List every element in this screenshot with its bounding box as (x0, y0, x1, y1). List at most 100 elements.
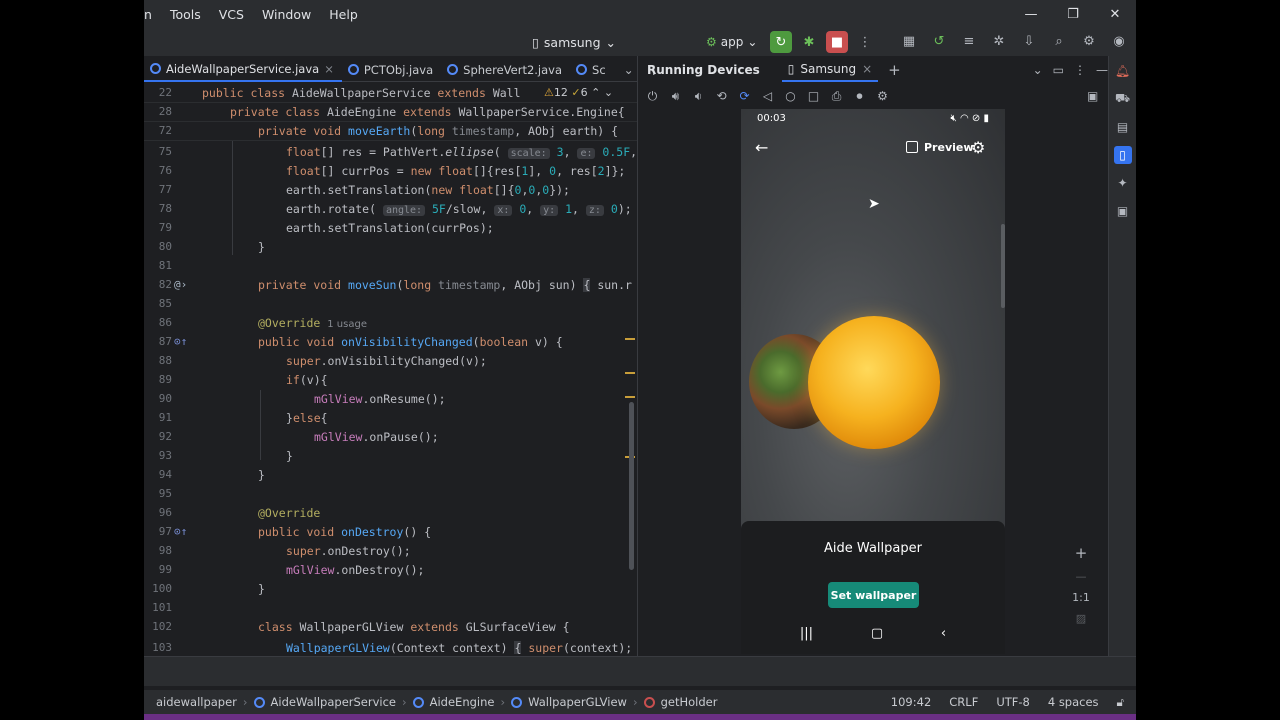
breadcrumb-item[interactable]: aidewallpaper (156, 695, 237, 709)
restore-button[interactable]: ❐ (1052, 0, 1094, 28)
home-icon[interactable]: ○ (782, 89, 799, 103)
line-separator[interactable]: CRLF (949, 695, 978, 710)
set-wallpaper-button[interactable]: Set wallpaper (828, 582, 919, 608)
apply-changes-icon[interactable]: ↻ (770, 31, 792, 53)
editor-scrollbar[interactable] (629, 402, 634, 570)
close-tab-icon[interactable]: × (862, 62, 872, 76)
device-settings-icon[interactable]: ⚙ (874, 89, 891, 103)
code-line: 96 @Override (144, 504, 637, 523)
tab-pctobj[interactable]: PCTObj.java (342, 58, 441, 82)
tab-label: SphereVert2.java (463, 62, 563, 77)
toolbar-right-icons: ▦ ↺ ≡ ✲ ⇩ ⌕ ⚙ ◉ (898, 30, 1130, 54)
back-icon[interactable]: ◁ (759, 89, 776, 103)
close-tab-icon[interactable]: × (324, 62, 334, 76)
zoom-in-icon[interactable]: + (1075, 544, 1088, 562)
line-number: 103 (152, 641, 172, 654)
warning-marker[interactable] (625, 338, 635, 340)
menu-item-window[interactable]: Window (252, 7, 319, 22)
device-manager-icon[interactable]: ▣ (1087, 89, 1098, 103)
build-variants-icon[interactable]: ≡ (958, 30, 980, 52)
notifications-icon[interactable]: 🔔︎ (1114, 62, 1132, 80)
device-selector[interactable]: ▯ samsung ⌄ (532, 32, 616, 52)
chevron-down-icon[interactable]: ⌄ (624, 63, 634, 77)
usage-hint[interactable]: 1 usage (327, 319, 367, 330)
code-line: 102 class WallpaperGLView extends GLSurf… (144, 618, 637, 637)
volume-down-icon[interactable]: 🔉︎ (690, 89, 707, 104)
sync-icon[interactable]: ↺ (928, 30, 950, 52)
close-button[interactable]: ✕ (1094, 0, 1136, 28)
warning-marker[interactable] (625, 396, 635, 398)
tab-spherevert2[interactable]: SphereVert2.java (441, 58, 570, 82)
override-marker-icon[interactable]: ⊙↑ (174, 525, 187, 538)
layout-icon[interactable]: ▭ (1053, 63, 1064, 77)
gear-icon[interactable]: ⚙ (1078, 30, 1100, 52)
profiler-icon[interactable]: ✲ (988, 30, 1010, 52)
menu-item-help[interactable]: Help (319, 7, 366, 22)
zoom-out-icon[interactable]: — (1076, 570, 1087, 583)
param-hint: e: (577, 148, 596, 159)
warning-marker[interactable] (625, 372, 635, 374)
run-config-selector[interactable]: ⚙ app ⌄ (706, 32, 757, 52)
zoom-ratio-button[interactable]: 1:1 (1072, 591, 1090, 604)
breadcrumb-item[interactable]: getHolder (661, 695, 718, 709)
recents-icon[interactable]: ||| (800, 626, 813, 646)
chevron-down-icon[interactable]: ⌄ (604, 86, 613, 99)
screen-record-icon[interactable]: ⏺ (851, 89, 868, 104)
debug-icon[interactable]: ✱ (798, 31, 820, 53)
menu-item-tools[interactable]: Tools (160, 7, 209, 22)
search-icon[interactable]: ⌕ (1048, 30, 1070, 52)
device-scrollbar[interactable] (1001, 224, 1005, 308)
overview-icon[interactable]: □ (805, 89, 822, 103)
code-editor[interactable]: 22 public class AideWallpaperService ext… (144, 84, 637, 654)
minimize-panel-icon[interactable]: — (1096, 63, 1108, 77)
gemini-icon[interactable]: ✦ (1114, 174, 1132, 192)
power-icon[interactable]: ⏻ (644, 89, 661, 104)
indent-setting[interactable]: 4 spaces (1048, 695, 1099, 710)
volume-up-icon[interactable]: 🔊︎ (667, 89, 684, 104)
device-file-explorer-icon[interactable]: ▤ (1114, 118, 1132, 136)
lock-icon[interactable]: 🔓︎ (1117, 695, 1124, 710)
breadcrumb-item[interactable]: AideEngine (430, 695, 495, 709)
device-manager-icon[interactable]: ▦ (898, 30, 920, 52)
stop-icon[interactable]: ■ (826, 31, 848, 53)
menu-item-vcs[interactable]: VCS (209, 7, 252, 22)
breadcrumb-item[interactable]: WallpaperGLView (528, 695, 627, 709)
wallpaper-name: Aide Wallpaper (824, 541, 922, 556)
gear-icon[interactable]: ⚙ (971, 138, 985, 157)
account-icon[interactable]: ◉ (1108, 30, 1130, 52)
file-encoding[interactable]: UTF-8 (996, 695, 1030, 710)
device-manager-icon[interactable]: ▣ (1114, 202, 1132, 220)
rotate-left-icon[interactable]: ⟲ (713, 89, 730, 103)
chevron-up-icon[interactable]: ⌃ (591, 86, 600, 99)
breadcrumb-item[interactable]: AideWallpaperService (271, 695, 396, 709)
preview-toggle[interactable]: Preview (906, 141, 974, 154)
screenshot-icon[interactable]: ⎙ (828, 89, 845, 104)
override-marker-icon[interactable]: ⊙↑ (174, 335, 187, 348)
back-arrow-icon[interactable]: ← (755, 138, 768, 157)
chevron-down-icon[interactable]: ⌄ (1033, 63, 1043, 77)
back-icon[interactable]: ‹ (941, 626, 946, 646)
caret-position[interactable]: 109:42 (891, 695, 931, 710)
gradle-icon[interactable]: ⛟ (1114, 90, 1132, 108)
line-number: 97 (158, 525, 172, 538)
sdk-manager-icon[interactable]: ⇩ (1018, 30, 1040, 52)
panel-splitter[interactable] (637, 56, 638, 656)
device-screen[interactable]: 00:03 🔇︎ ◠ ⊘ ▮ ← Preview ⚙ Aide Wallpape… (741, 109, 1005, 654)
tab-sc[interactable]: Sc (570, 58, 614, 82)
more-icon[interactable]: ⋮ (854, 31, 876, 53)
home-icon[interactable]: ▢ (871, 626, 883, 646)
rotate-right-icon[interactable]: ⟳ (736, 89, 753, 103)
tab-aidewallpaperservice[interactable]: AideWallpaperService.java × (144, 58, 342, 82)
device-selector-label: samsung (543, 34, 601, 50)
running-devices-icon[interactable]: ▯ (1113, 146, 1132, 164)
menu-item-navigate[interactable]: n (144, 7, 160, 22)
add-device-icon[interactable]: + (888, 61, 901, 79)
class-icon (576, 64, 588, 75)
minimize-button[interactable]: — (1010, 0, 1052, 28)
preview-checkbox[interactable] (906, 141, 918, 153)
tab-samsung-device[interactable]: ▯ Samsung × (781, 58, 879, 82)
inspection-widget[interactable]: ⚠12 ✓6 ⌃ ⌄ (540, 86, 614, 99)
more-icon[interactable]: ⋮ (1074, 63, 1086, 77)
implementation-marker-icon[interactable]: @› (174, 278, 187, 291)
fit-screen-icon[interactable]: ▨ (1076, 612, 1086, 625)
